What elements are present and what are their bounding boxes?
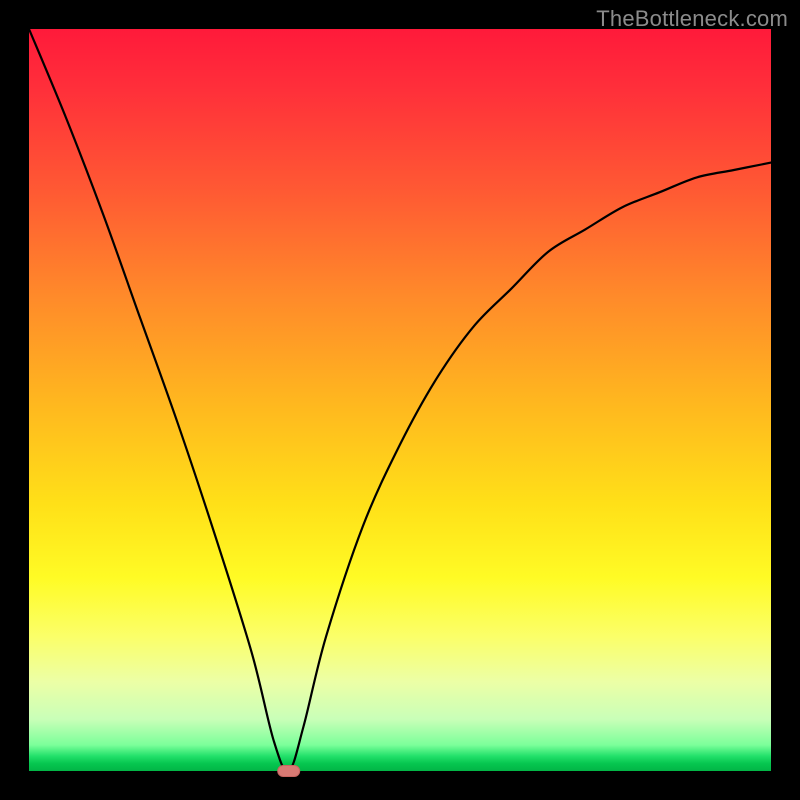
watermark-text: TheBottleneck.com <box>596 6 788 32</box>
chart-frame: TheBottleneck.com <box>0 0 800 800</box>
minimum-marker <box>278 766 300 777</box>
plot-area <box>29 29 771 771</box>
curve-path <box>29 29 771 771</box>
bottleneck-curve <box>29 29 771 771</box>
